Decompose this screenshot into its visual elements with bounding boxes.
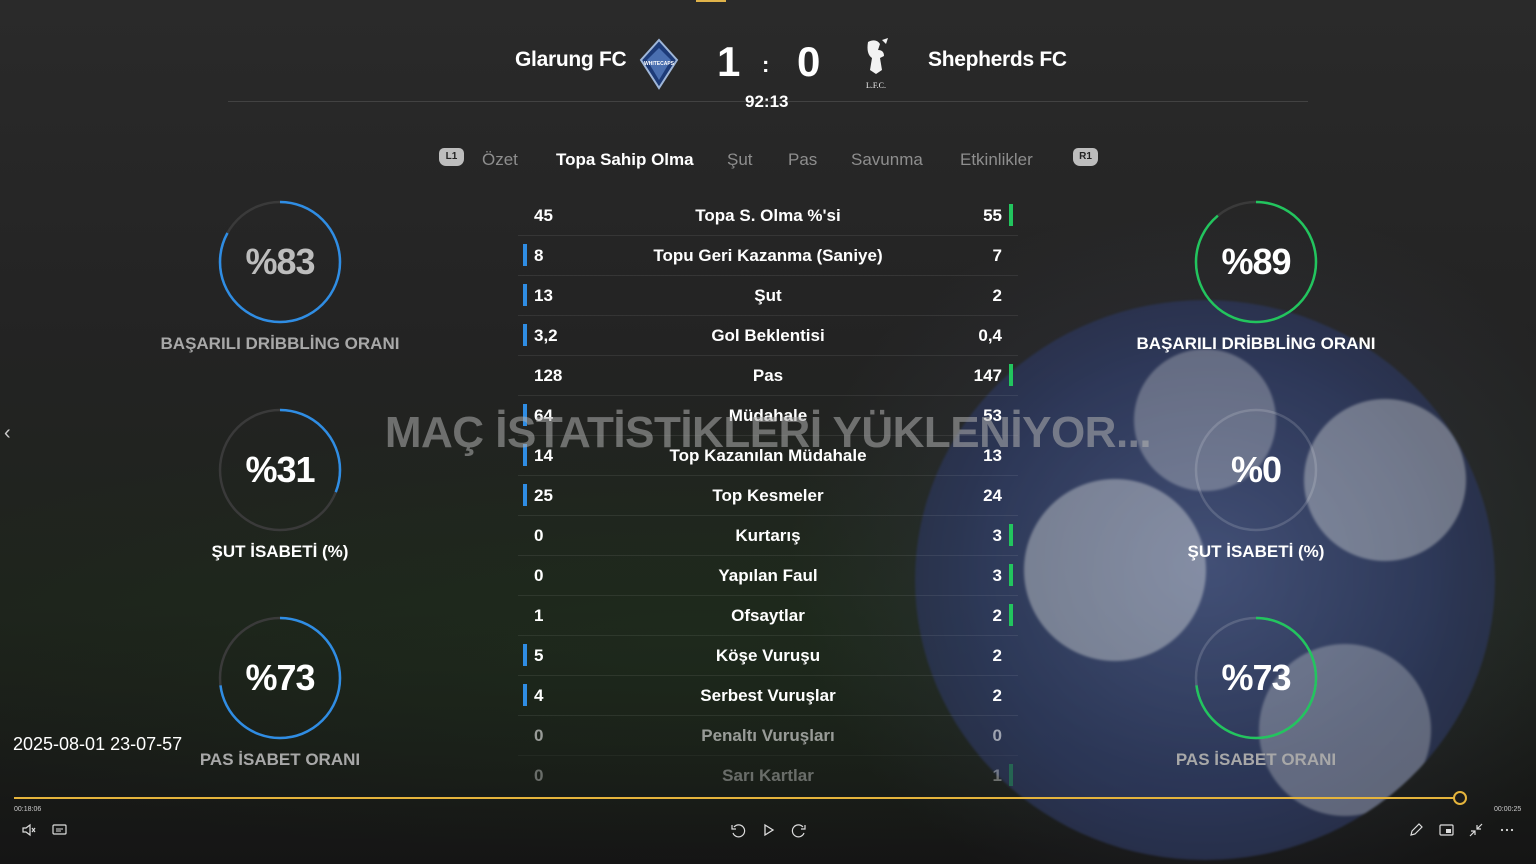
stat-row: 45 Topa S. Olma %'si 55 (518, 196, 1018, 236)
away-lead-bar (1009, 204, 1013, 226)
stat-label: Penaltı Vuruşları (701, 726, 835, 745)
stat-label: Topa S. Olma %'si (695, 206, 841, 225)
stat-label: Sarı Kartlar (722, 766, 814, 785)
home-pass-value: %73 (245, 657, 315, 698)
stat-away-value: 0,4 (978, 326, 1002, 345)
recording-timestamp: 2025-08-01 23-07-57 (13, 734, 183, 754)
forward-30-icon[interactable] (791, 823, 807, 843)
tab-savunma[interactable]: Savunma (851, 150, 923, 170)
away-lead-bar (1009, 524, 1013, 546)
stats-tabs: Özet Topa Sahip Olma Şut Pas Savunma Etk… (0, 146, 1536, 176)
stat-row: 128 Pas 147 (518, 356, 1018, 396)
stat-label: Topu Geri Kazanma (Saniye) (653, 246, 883, 265)
r1-bumper-icon[interactable]: R1 (1073, 148, 1098, 166)
away-dribble-ring: %89 (1194, 200, 1318, 324)
home-dribble-ring: %83 (218, 200, 342, 324)
miniplayer-icon[interactable] (1439, 823, 1455, 841)
pencil-icon[interactable] (1409, 823, 1423, 841)
stat-row: 0 Penaltı Vuruşları 0 (518, 716, 1018, 756)
stat-away-value: 55 (983, 206, 1002, 225)
stat-away-value: 3 (992, 566, 1002, 585)
away-team-crest-icon: L.F.C. (858, 36, 894, 97)
stat-row: 13 Şut 2 (518, 276, 1018, 316)
progress-bar[interactable] (14, 797, 1459, 799)
stat-away-value: 24 (983, 486, 1002, 505)
stat-label: Kurtarış (735, 526, 801, 545)
stat-away-value: 1 (992, 766, 1002, 785)
more-icon[interactable] (1500, 823, 1514, 841)
stat-label: Köşe Vuruşu (715, 646, 821, 665)
away-pass-value: %73 (1221, 657, 1291, 698)
captions-icon[interactable] (52, 823, 68, 841)
home-shot-label: ŞUT İSABETİ (%) (211, 542, 349, 561)
stat-row: 0 Sarı Kartlar 1 (518, 756, 1018, 795)
away-lead-bar (1009, 764, 1013, 786)
away-shot-label: ŞUT İSABETİ (%) (1187, 542, 1325, 561)
away-lead-bar (1009, 364, 1013, 386)
home-team-name: Glarung FC (515, 48, 627, 71)
stat-away-value: 2 (992, 286, 1002, 305)
away-lead-bar (1009, 604, 1013, 626)
progress-handle[interactable] (1453, 791, 1467, 805)
stat-row: 8 Topu Geri Kazanma (Saniye) 7 (518, 236, 1018, 276)
top-indicator (696, 0, 726, 2)
tab-pas[interactable]: Pas (788, 150, 817, 170)
stat-away-value: 2 (992, 646, 1002, 665)
exit-fullscreen-icon[interactable] (1469, 823, 1483, 841)
stat-row: 3,2 Gol Beklentisi 0,4 (518, 316, 1018, 356)
match-clock: 92:13 (745, 92, 789, 111)
tab-etkinlikler[interactable]: Etkinlikler (960, 150, 1033, 170)
home-dribble-value: %83 (245, 241, 315, 282)
score-separator: : (762, 52, 770, 77)
stat-row: 4 Serbest Vuruşlar 2 (518, 676, 1018, 716)
home-team-crest-icon: WHITECAPS (639, 38, 679, 95)
stat-away-value: 2 (992, 606, 1002, 625)
stat-away-value: 147 (973, 366, 1002, 385)
home-dribble-label: BAŞARILI DRİBBLİNG ORANI (160, 334, 400, 353)
stat-label: Şut (754, 286, 782, 305)
header-divider (228, 101, 1308, 102)
tab-topa-sahip-olma[interactable]: Topa Sahip Olma (556, 150, 694, 170)
stat-row: 25 Top Kesmeler 24 (518, 476, 1018, 516)
away-score: 0 (797, 38, 821, 85)
loading-overlay-text: MAÇ İSTATİSTİKLERİ YÜKLENİYOR... (384, 408, 1152, 457)
stat-away-value: 3 (992, 526, 1002, 545)
chevron-left-icon[interactable]: ‹ (4, 422, 11, 445)
remaining-time: 00:00:25 (1494, 806, 1522, 813)
stats-table: 45 Topa S. Olma %'si 55 8 Topu Geri Kazanma… (518, 196, 1018, 795)
elapsed-time: 00:18:06 (14, 806, 42, 813)
play-icon[interactable] (763, 823, 775, 841)
stat-away-value: 7 (992, 246, 1002, 265)
stat-label: Gol Beklentisi (711, 326, 825, 345)
tab-ozet[interactable]: Özet (482, 150, 518, 170)
away-lead-bar (1009, 564, 1013, 586)
stat-label: Pas (752, 366, 784, 385)
away-dribble-value: %89 (1221, 241, 1291, 282)
stat-row: 1 Ofsaytlar 2 (518, 596, 1018, 636)
stat-row: 0 Kurtarış 3 (518, 516, 1018, 556)
tab-sut[interactable]: Şut (727, 150, 753, 170)
mute-icon[interactable] (22, 823, 36, 841)
stat-label: Top Kesmeler (712, 486, 824, 505)
stat-label: Serbest Vuruşlar (700, 686, 836, 705)
away-dribble-label: BAŞARILI DRİBBLİNG ORANI (1136, 334, 1376, 353)
stat-away-value: 0 (992, 726, 1002, 745)
svg-text:L.F.C.: L.F.C. (866, 81, 886, 90)
stat-row: 0 Yapılan Faul 3 (518, 556, 1018, 596)
home-score: 1 (717, 38, 741, 85)
away-pass-ring: %73 (1194, 616, 1318, 740)
stat-label: Yapılan Faul (718, 566, 818, 585)
away-pass-label: PAS İSABET ORANI (1175, 750, 1337, 769)
stat-label: Ofsaytlar (731, 606, 805, 625)
stat-away-value: 2 (992, 686, 1002, 705)
rewind-10-icon[interactable] (730, 823, 746, 843)
svg-text:WHITECAPS: WHITECAPS (644, 61, 675, 67)
away-team-name: Shepherds FC (928, 48, 1067, 71)
stat-row: 5 Köşe Vuruşu 2 (518, 636, 1018, 676)
home-pass-ring: %73 (218, 616, 342, 740)
